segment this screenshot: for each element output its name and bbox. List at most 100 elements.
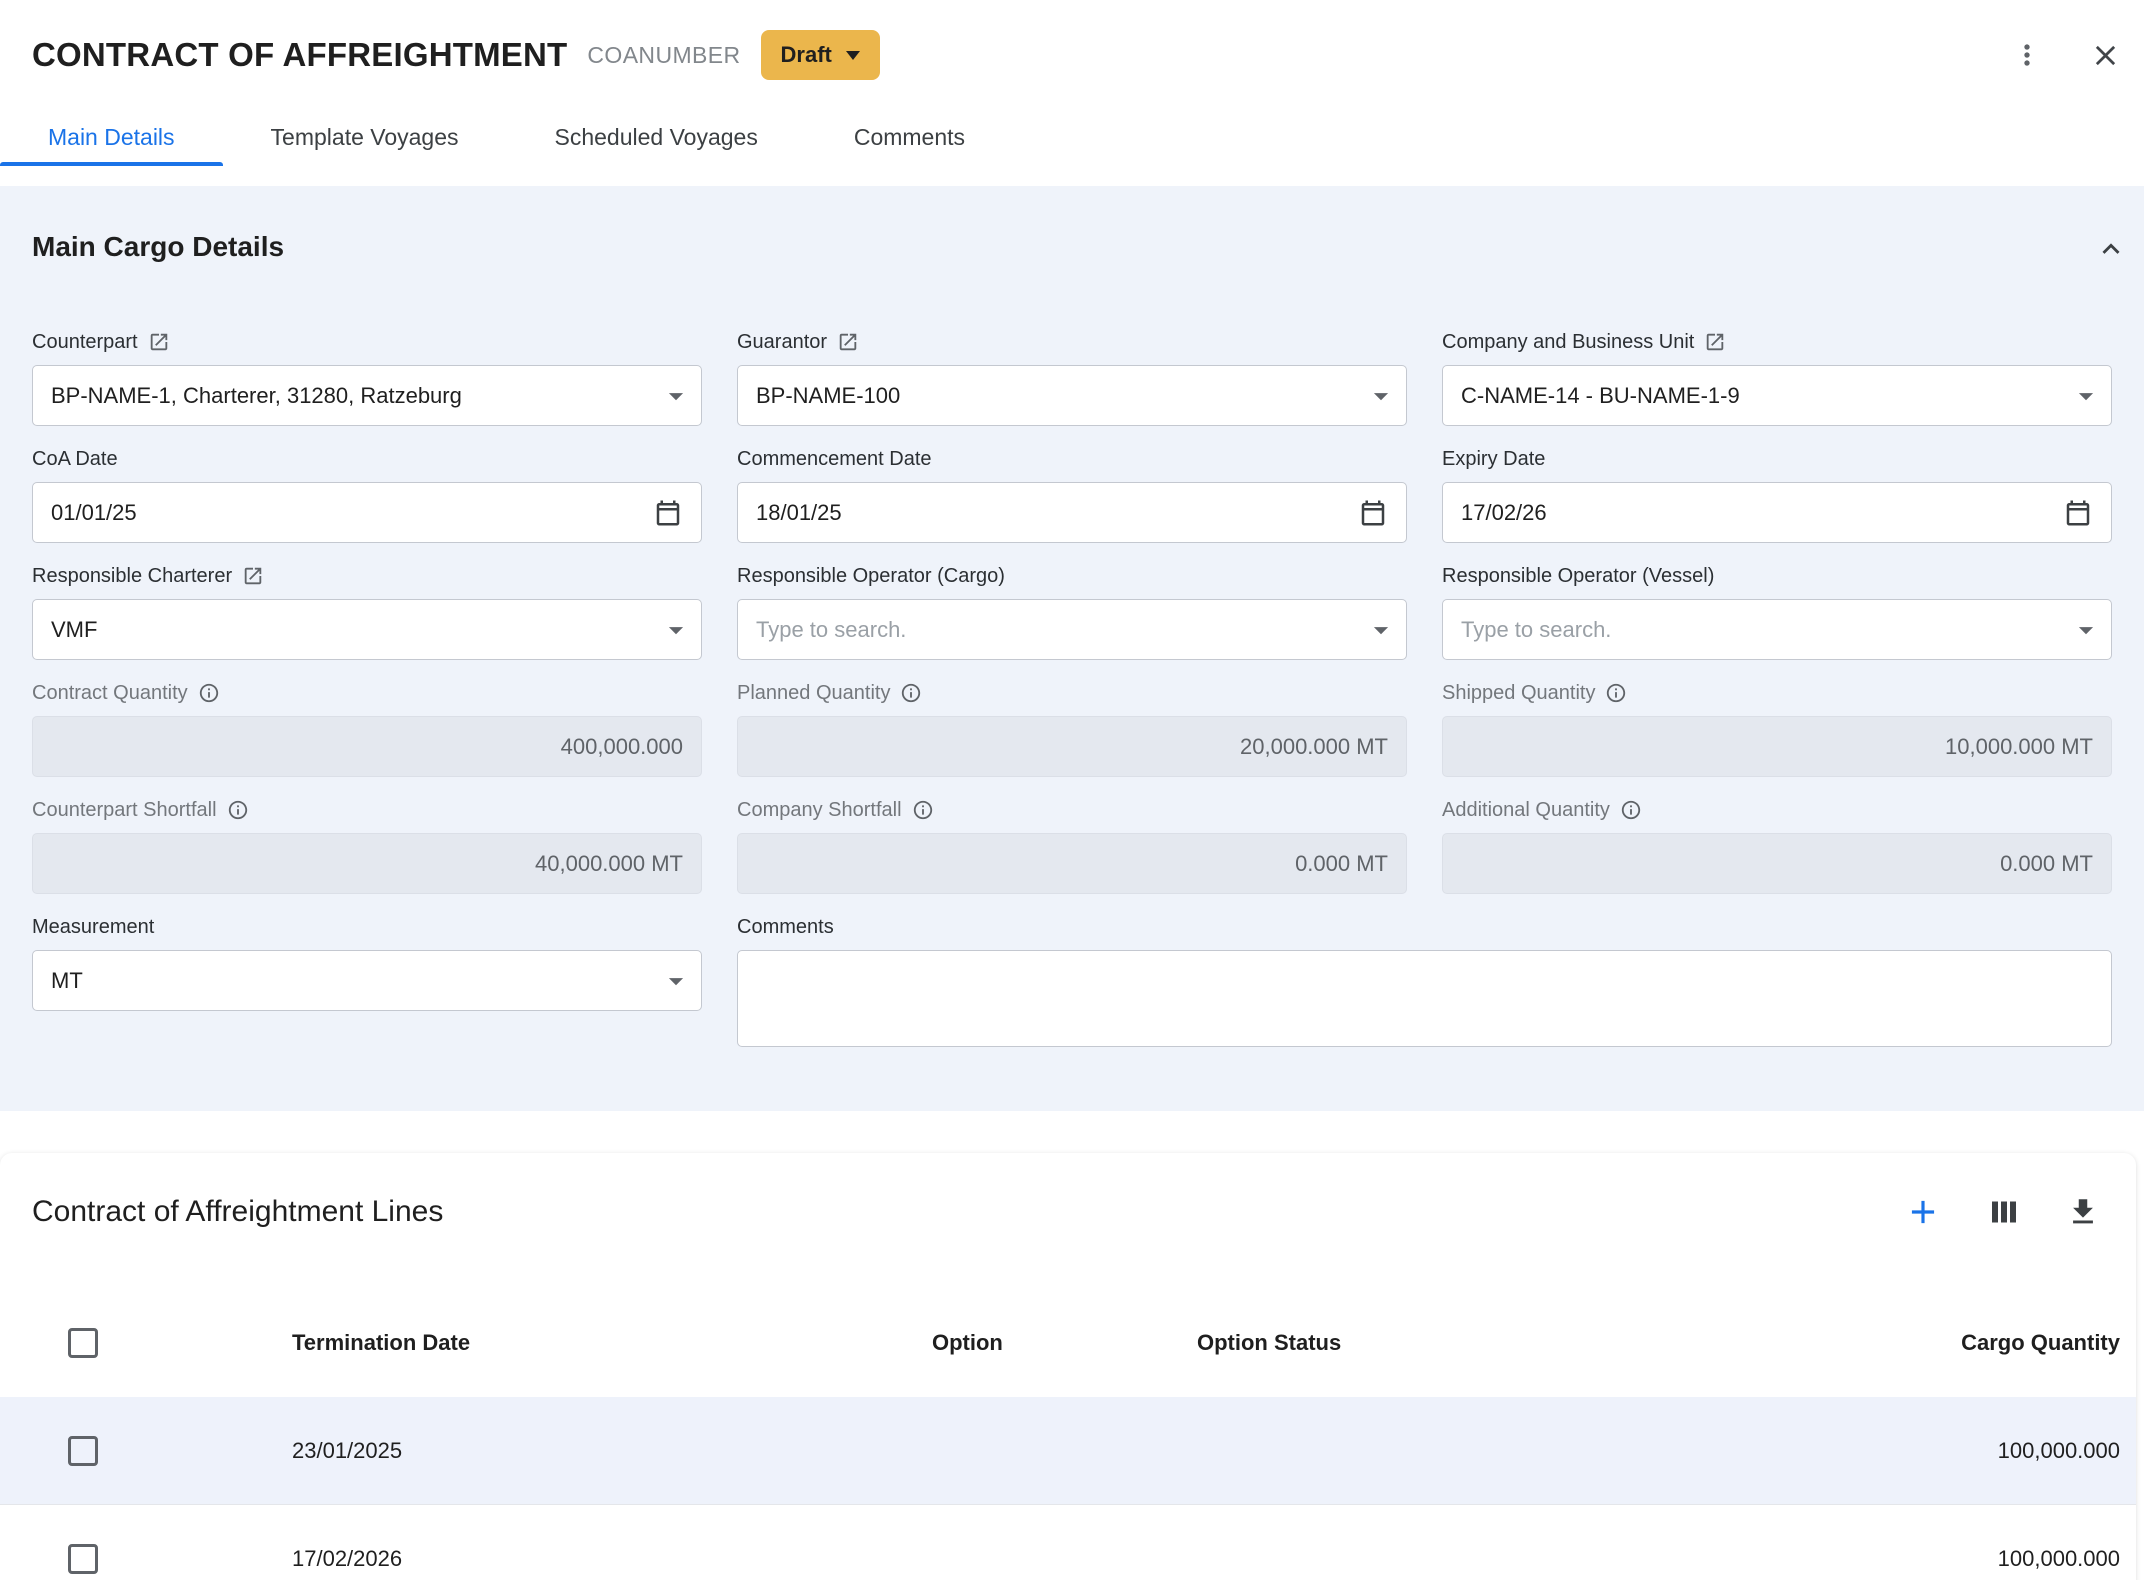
field-responsible-operator-cargo: Responsible Operator (Cargo) Type to sea… [737, 563, 1407, 660]
tab-main-details[interactable]: Main Details [0, 108, 223, 166]
coa-reference: COANUMBER [587, 42, 740, 69]
calendar-icon[interactable] [2063, 498, 2093, 528]
additional-quantity-label: Additional Quantity [1442, 797, 2112, 823]
shipped-quantity-label: Shipped Quantity [1442, 680, 2112, 706]
column-settings-button[interactable] [1986, 1194, 2022, 1230]
info-icon[interactable] [1620, 799, 1642, 821]
tab-scheduled-voyages[interactable]: Scheduled Voyages [507, 108, 806, 166]
table-row[interactable]: 17/02/2026 100,000.000 [0, 1505, 2136, 1580]
shipped-quantity-field: 10,000.000 MT [1442, 716, 2112, 777]
comments-textarea[interactable] [737, 950, 2112, 1047]
guarantor-label: Guarantor [737, 329, 1407, 355]
plus-icon [1904, 1193, 1942, 1231]
responsible-operator-vessel-label: Responsible Operator (Vessel) [1442, 563, 2112, 589]
download-button[interactable] [2066, 1195, 2100, 1229]
expiry-date-input[interactable]: 17/02/26 [1442, 482, 2112, 543]
field-commencement-date: Commencement Date 18/01/25 [737, 446, 1407, 543]
coa-lines-table: Termination Date Option Option Status Ca… [0, 1289, 2136, 1580]
responsible-charterer-label-text: Responsible Charterer [32, 563, 232, 589]
counterpart-shortfall-label-text: Counterpart Shortfall [32, 797, 217, 823]
counterpart-shortfall-value: 40,000.000 MT [51, 851, 683, 877]
responsible-charterer-value: VMF [51, 617, 651, 643]
additional-quantity-label-text: Additional Quantity [1442, 797, 1610, 823]
add-line-button[interactable] [1904, 1193, 1942, 1231]
select-all-checkbox[interactable] [68, 1328, 98, 1358]
field-guarantor: Guarantor BP-NAME-100 [737, 329, 1407, 426]
coa-date-label-text: CoA Date [32, 446, 118, 472]
responsible-operator-vessel-label-text: Responsible Operator (Vessel) [1442, 563, 1714, 589]
measurement-select[interactable]: MT [32, 950, 702, 1011]
field-measurement: Measurement MT [32, 914, 702, 1052]
more-options-button[interactable] [2011, 39, 2043, 71]
table-header-row: Termination Date Option Option Status Ca… [0, 1289, 2136, 1397]
counterpart-shortfall-field: 40,000.000 MT [32, 833, 702, 894]
external-link-icon[interactable] [1704, 331, 1726, 353]
comments-label: Comments [737, 914, 2112, 940]
kebab-menu-icon [2011, 39, 2043, 71]
cargo-quantity-cell: 100,000.000 [1757, 1438, 2120, 1464]
commencement-date-label: Commencement Date [737, 446, 1407, 472]
calendar-icon[interactable] [653, 498, 683, 528]
close-icon [2089, 39, 2122, 72]
tab-template-voyages[interactable]: Template Voyages [223, 108, 507, 166]
responsible-charterer-select[interactable]: VMF [32, 599, 702, 660]
info-icon[interactable] [900, 682, 922, 704]
external-link-icon[interactable] [242, 565, 264, 587]
info-icon[interactable] [1605, 682, 1627, 704]
column-header-option-status: Option Status [1197, 1330, 1757, 1356]
collapse-section-button[interactable] [2094, 232, 2128, 266]
calendar-icon[interactable] [1358, 498, 1388, 528]
responsible-operator-vessel-select[interactable]: Type to search. [1442, 599, 2112, 660]
counterpart-value: BP-NAME-1, Charterer, 31280, Ratzeburg [51, 383, 651, 409]
responsible-operator-vessel-placeholder: Type to search. [1461, 617, 2061, 643]
counterpart-select[interactable]: BP-NAME-1, Charterer, 31280, Ratzeburg [32, 365, 702, 426]
field-coa-date: CoA Date 01/01/25 [32, 446, 702, 543]
close-button[interactable] [2089, 39, 2122, 72]
commencement-date-input[interactable]: 18/01/25 [737, 482, 1407, 543]
guarantor-select[interactable]: BP-NAME-100 [737, 365, 1407, 426]
tab-bar: Main Details Template Voyages Scheduled … [0, 108, 2144, 166]
company-shortfall-label-text: Company Shortfall [737, 797, 902, 823]
tab-comments[interactable]: Comments [806, 108, 1013, 166]
company-shortfall-field: 0.000 MT [737, 833, 1407, 894]
info-icon[interactable] [912, 799, 934, 821]
info-icon[interactable] [227, 799, 249, 821]
measurement-label-text: Measurement [32, 914, 154, 940]
termination-date-cell: 17/02/2026 [292, 1546, 932, 1572]
chevron-down-icon [659, 379, 693, 413]
shipped-quantity-value: 10,000.000 MT [1461, 734, 2093, 760]
additional-quantity-value: 0.000 MT [1461, 851, 2093, 877]
responsible-operator-cargo-label-text: Responsible Operator (Cargo) [737, 563, 1005, 589]
status-badge[interactable]: Draft [761, 30, 880, 80]
company-bu-select[interactable]: C-NAME-14 - BU-NAME-1-9 [1442, 365, 2112, 426]
field-contract-quantity: Contract Quantity 400,000.000 [32, 680, 702, 777]
coa-date-input[interactable]: 01/01/25 [32, 482, 702, 543]
column-header-cargo-quantity: Cargo Quantity [1757, 1330, 2120, 1356]
coa-lines-actions [1904, 1193, 2100, 1231]
row-checkbox[interactable] [68, 1436, 98, 1466]
field-responsible-operator-vessel: Responsible Operator (Vessel) Type to se… [1442, 563, 2112, 660]
info-icon[interactable] [198, 682, 220, 704]
counterpart-shortfall-label: Counterpart Shortfall [32, 797, 702, 823]
planned-quantity-label: Planned Quantity [737, 680, 1407, 706]
expiry-date-value: 17/02/26 [1461, 500, 2055, 526]
page-title: CONTRACT OF AFFREIGHTMENT [32, 36, 567, 74]
coa-date-label: CoA Date [32, 446, 702, 472]
field-responsible-charterer: Responsible Charterer VMF [32, 563, 702, 660]
contract-quantity-label: Contract Quantity [32, 680, 702, 706]
external-link-icon[interactable] [837, 331, 859, 353]
responsible-operator-cargo-select[interactable]: Type to search. [737, 599, 1407, 660]
company-bu-label: Company and Business Unit [1442, 329, 2112, 355]
field-company-shortfall: Company Shortfall 0.000 MT [737, 797, 1407, 894]
row-checkbox[interactable] [68, 1544, 98, 1574]
coa-date-value: 01/01/25 [51, 500, 645, 526]
cargo-quantity-cell: 100,000.000 [1757, 1546, 2120, 1572]
responsible-operator-cargo-placeholder: Type to search. [756, 617, 1356, 643]
field-counterpart-shortfall: Counterpart Shortfall 40,000.000 MT [32, 797, 702, 894]
guarantor-label-text: Guarantor [737, 329, 827, 355]
columns-icon [1986, 1194, 2022, 1230]
company-shortfall-value: 0.000 MT [756, 851, 1388, 877]
table-row[interactable]: 23/01/2025 100,000.000 [0, 1397, 2136, 1505]
external-link-icon[interactable] [148, 331, 170, 353]
commencement-date-label-text: Commencement Date [737, 446, 932, 472]
